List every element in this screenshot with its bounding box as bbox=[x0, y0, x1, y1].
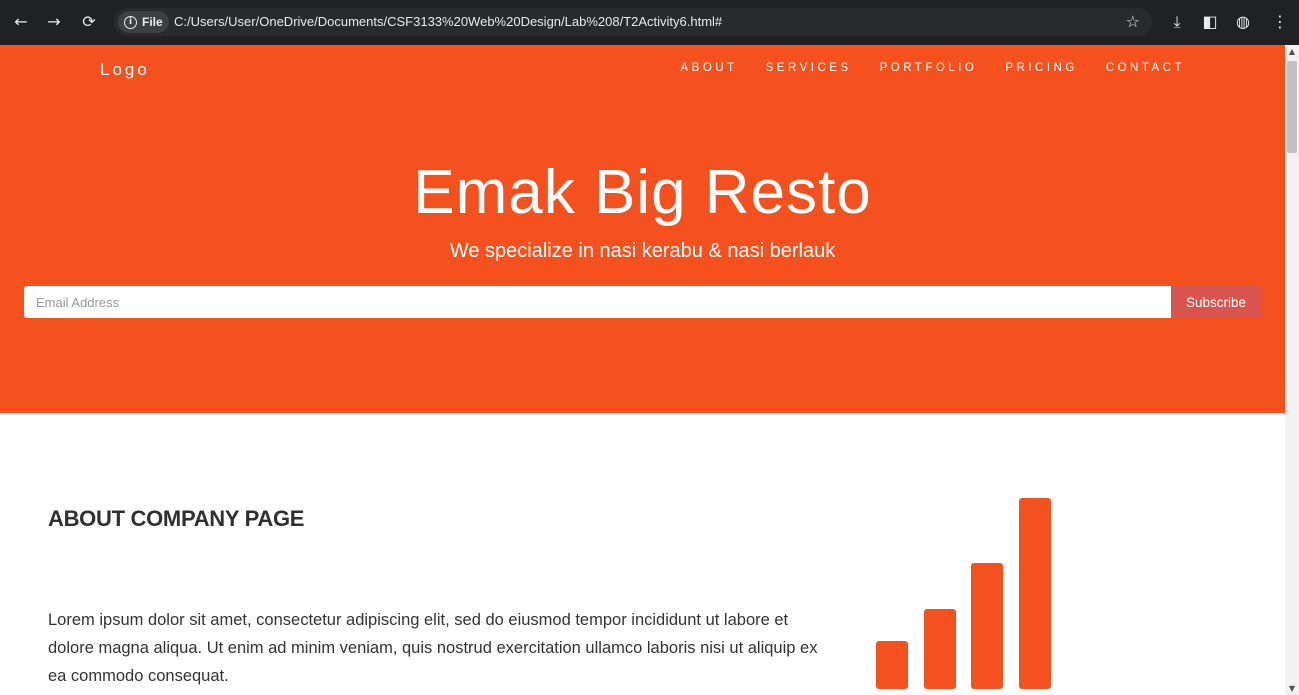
logo[interactable]: Logo bbox=[100, 60, 150, 80]
forward-icon[interactable]: → bbox=[43, 11, 65, 33]
url-text[interactable]: C:/Users/User/OneDrive/Documents/CSF3133… bbox=[174, 8, 722, 36]
signal-bar-3 bbox=[971, 563, 1003, 689]
hero-subtitle: We specialize in nasi kerabu & nasi berl… bbox=[449, 240, 836, 262]
scroll-up-arrow-icon[interactable]: ▲ bbox=[1285, 47, 1299, 56]
browser-menu-icon[interactable]: ⋮ bbox=[1269, 11, 1291, 33]
nav-portfolio[interactable]: PORTFOLIO bbox=[880, 62, 978, 74]
about-text: Lorem ipsum dolor sit amet, consectetur … bbox=[48, 611, 818, 685]
signal-bar-1 bbox=[876, 641, 908, 689]
nav-pricing[interactable]: PRICING bbox=[1005, 62, 1077, 74]
info-icon: i bbox=[124, 15, 137, 29]
scroll-thumb[interactable] bbox=[1287, 61, 1297, 153]
nav-contact[interactable]: CONTACT bbox=[1106, 62, 1185, 74]
nav-services[interactable]: SERVICES bbox=[766, 62, 852, 74]
signal-bar-2 bbox=[924, 609, 956, 689]
back-icon[interactable]: ← bbox=[10, 11, 32, 33]
signal-bar-4 bbox=[1019, 498, 1051, 689]
extension-icon[interactable]: ◍ bbox=[1232, 11, 1254, 33]
email-input[interactable] bbox=[24, 286, 1171, 318]
nav-about[interactable]: ABOUT bbox=[681, 62, 738, 74]
page-scrollbar[interactable]: ▲ ▼ bbox=[1285, 45, 1299, 695]
side-panel-icon[interactable]: ◧ bbox=[1199, 11, 1221, 33]
site-chip-label: File bbox=[142, 15, 163, 29]
download-icon[interactable]: ⤓ bbox=[1166, 11, 1188, 33]
reload-icon[interactable]: ⟳ bbox=[78, 11, 100, 33]
about-heading: ABOUT COMPANY PAGE bbox=[48, 506, 305, 531]
top-nav: ABOUT SERVICES PORTFOLIO PRICING CONTACT bbox=[681, 62, 1185, 74]
scroll-down-arrow-icon[interactable]: ▼ bbox=[1285, 684, 1299, 693]
site-info-chip[interactable]: i File bbox=[118, 11, 169, 33]
address-bar[interactable]: i File C:/Users/User/OneDrive/Documents/… bbox=[114, 8, 1152, 36]
bookmark-star-icon[interactable]: ☆ bbox=[1126, 8, 1140, 36]
hero-title: Emak Big Resto bbox=[413, 158, 872, 227]
subscribe-button[interactable]: Subscribe bbox=[1171, 286, 1261, 318]
browser-toolbar: ← → ⟳ i File C:/Users/User/OneDrive/Docu… bbox=[0, 0, 1299, 45]
hero-section: Logo ABOUT SERVICES PORTFOLIO PRICING CO… bbox=[0, 45, 1285, 413]
